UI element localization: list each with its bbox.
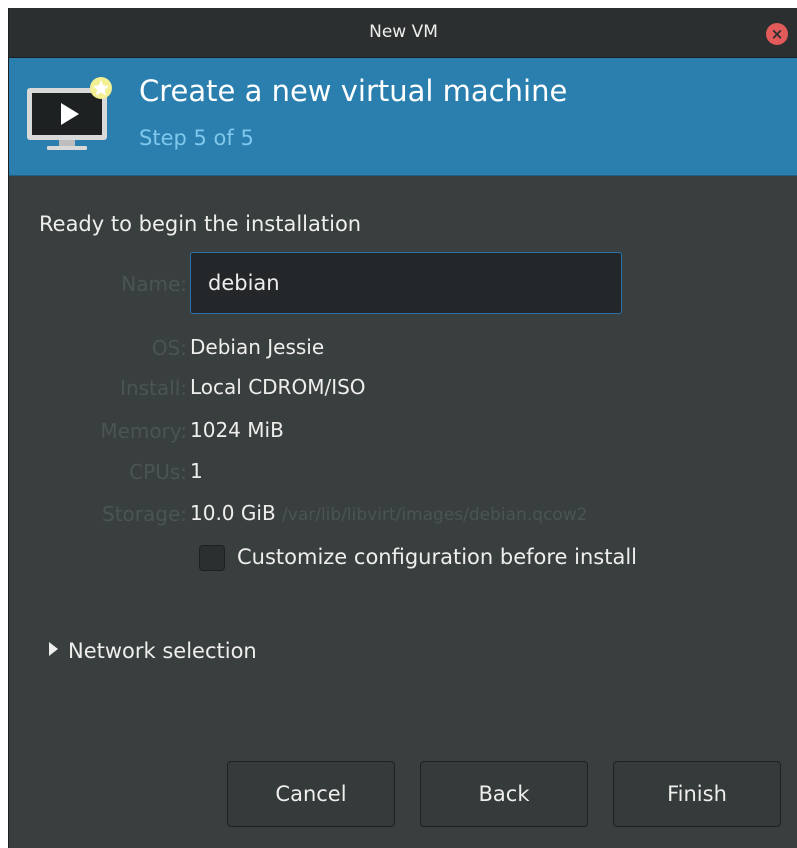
storage-path: /var/lib/libvirt/images/debian.qcow2 <box>282 505 588 525</box>
storage-label: Storage: <box>102 502 187 526</box>
network-selection-label: Network selection <box>68 639 257 663</box>
customize-label[interactable]: Customize configuration before install <box>237 545 637 569</box>
step-indicator: Step 5 of 5 <box>139 126 254 150</box>
storage-value-row: 10.0 GiB /var/lib/libvirt/images/debian.… <box>190 501 587 525</box>
back-button[interactable]: Back <box>420 761 588 827</box>
storage-size: 10.0 GiB <box>190 501 276 525</box>
name-label: Name: <box>121 272 187 296</box>
close-button[interactable]: × <box>766 23 788 45</box>
install-value: Local CDROM/ISO <box>190 375 366 399</box>
banner-title: Create a new virtual machine <box>139 74 568 108</box>
cpus-label: CPUs: <box>129 460 187 484</box>
memory-value: 1024 MiB <box>190 418 284 442</box>
customize-checkbox[interactable] <box>199 545 225 571</box>
close-icon: × <box>770 25 784 43</box>
monitor-play-icon <box>27 77 112 150</box>
cancel-button[interactable]: Cancel <box>227 761 395 827</box>
wizard-banner: Create a new virtual machine Step 5 of 5 <box>9 58 797 176</box>
name-input[interactable] <box>190 252 622 314</box>
ready-heading: Ready to begin the installation <box>39 212 362 236</box>
os-value: Debian Jessie <box>190 335 325 359</box>
memory-label: Memory: <box>100 419 187 443</box>
os-label: OS: <box>151 336 187 360</box>
new-vm-window: New VM × Create a new virtual machine St… <box>8 8 797 848</box>
titlebar[interactable]: New VM × <box>9 8 797 58</box>
install-label: Install: <box>120 376 187 400</box>
cpus-value: 1 <box>190 459 203 483</box>
network-selection-expander[interactable]: Network selection <box>49 639 257 669</box>
expander-arrow-icon <box>49 642 58 656</box>
window-title: New VM <box>369 22 438 42</box>
finish-button[interactable]: Finish <box>613 761 781 827</box>
